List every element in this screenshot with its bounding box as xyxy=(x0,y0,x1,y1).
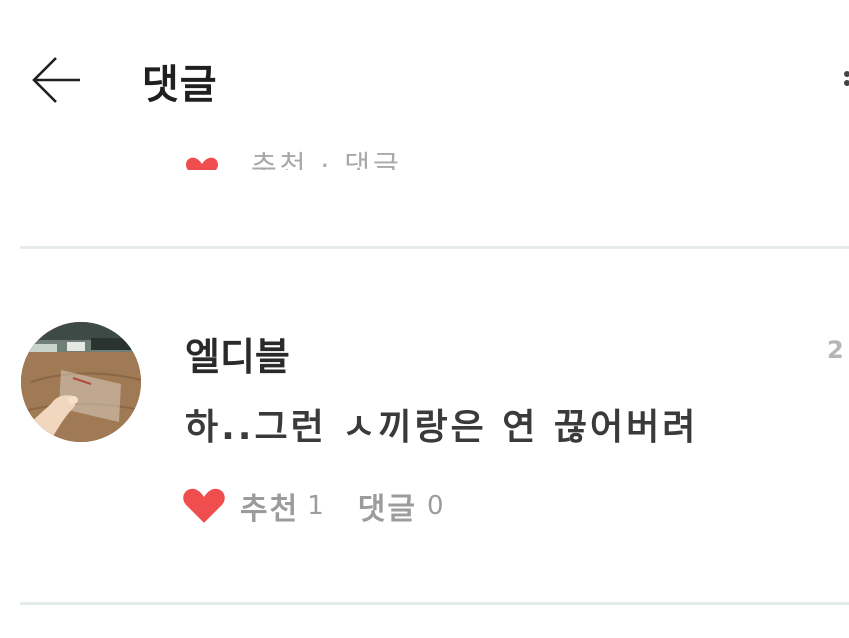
reply-button[interactable]: 댓글 xyxy=(358,484,417,528)
more-button[interactable] xyxy=(836,68,849,94)
comment-timestamp: 2 xyxy=(827,336,844,364)
arrow-left-icon xyxy=(32,57,80,103)
like-label[interactable]: 추천 xyxy=(240,484,299,528)
comment-item: 엘디블 2 하..그런 ㅅ끼랑은 연 끊어버려 추천 1 댓글 0 xyxy=(0,250,849,602)
comment-author[interactable]: 엘디블 xyxy=(185,326,290,381)
heart-icon[interactable] xyxy=(185,156,219,170)
divider xyxy=(20,602,849,605)
more-vertical-icon xyxy=(844,71,849,86)
avatar[interactable] xyxy=(21,322,141,442)
like-count: 1 xyxy=(307,491,324,521)
comment-body: 하..그런 ㅅ끼랑은 연 끊어버려 xyxy=(185,407,699,448)
like-button[interactable] xyxy=(182,485,228,527)
heart-icon xyxy=(183,488,225,523)
page-title: 댓글 xyxy=(142,62,218,108)
comment-actions: 추천 1 댓글 0 xyxy=(182,482,444,530)
comments-screen: 댓글 추천 · 댓글 엘디블 2 하..그런 ㅅ끼랑은 연 끊어버려 추천 1 … xyxy=(0,0,849,638)
avatar-image xyxy=(21,322,141,442)
divider xyxy=(20,246,849,249)
reply-count: 0 xyxy=(426,491,444,521)
back-button[interactable] xyxy=(26,50,86,110)
header-bar: 댓글 xyxy=(0,0,849,150)
